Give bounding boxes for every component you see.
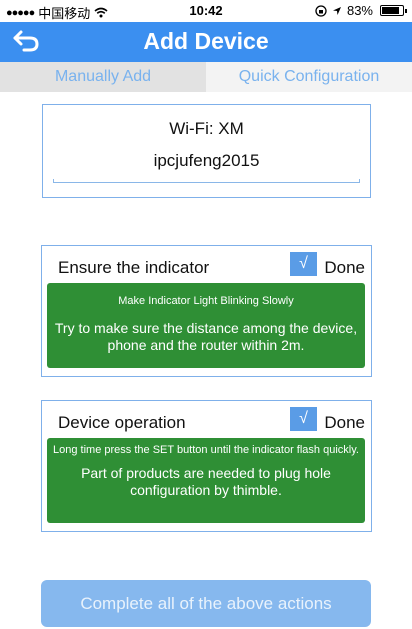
- location-arrow-icon: [332, 6, 341, 15]
- tab-manually-add[interactable]: Manually Add: [0, 62, 206, 92]
- wifi-ssid: Wi-Fi: XM: [169, 119, 244, 138]
- hint-small-text: Make Indicator Light Blinking Slowly: [118, 295, 294, 307]
- done-label: Done: [324, 413, 365, 432]
- done-label: Done: [324, 258, 365, 277]
- battery-icon: [380, 5, 407, 16]
- done-checkbox[interactable]: √: [290, 252, 317, 276]
- step-card-device-operation: Device operation √ Done Long time press …: [41, 400, 372, 532]
- hint-panel: Make Indicator Light Blinking Slowly Try…: [47, 283, 365, 368]
- status-right: 83%: [315, 3, 407, 18]
- hint-main-text: Try to make sure the distance among the …: [54, 320, 358, 353]
- nav-bar: Add Device: [0, 22, 412, 62]
- step-title: Ensure the indicator: [58, 258, 210, 277]
- orientation-lock-icon: [315, 4, 327, 17]
- hint-panel: Long time press the SET button until the…: [47, 438, 365, 523]
- battery-fill: [382, 7, 399, 14]
- hint-small-text: Long time press the SET button until the…: [53, 444, 359, 456]
- step-card-indicator: Ensure the indicator √ Done Make Indicat…: [41, 245, 372, 377]
- tab-bar: Manually Add Quick Configuration: [0, 62, 412, 92]
- done-checkbox[interactable]: √: [290, 407, 317, 431]
- page-title: Add Device: [143, 28, 269, 54]
- password-underline: [53, 179, 360, 183]
- complete-actions-button[interactable]: Complete all of the above actions: [41, 580, 371, 627]
- battery-percent: 83%: [346, 3, 373, 18]
- hint-main-text: Part of products are needed to plug hole…: [81, 465, 331, 498]
- status-bar: ●●●●● 中国移动 10:42 83%: [0, 0, 412, 22]
- tab-quick-configuration[interactable]: Quick Configuration: [206, 62, 412, 92]
- step-title: Device operation: [58, 413, 186, 432]
- wifi-card: Wi-Fi: XM ipcjufeng2015: [42, 104, 371, 198]
- wifi-password-field[interactable]: ipcjufeng2015: [43, 151, 370, 171]
